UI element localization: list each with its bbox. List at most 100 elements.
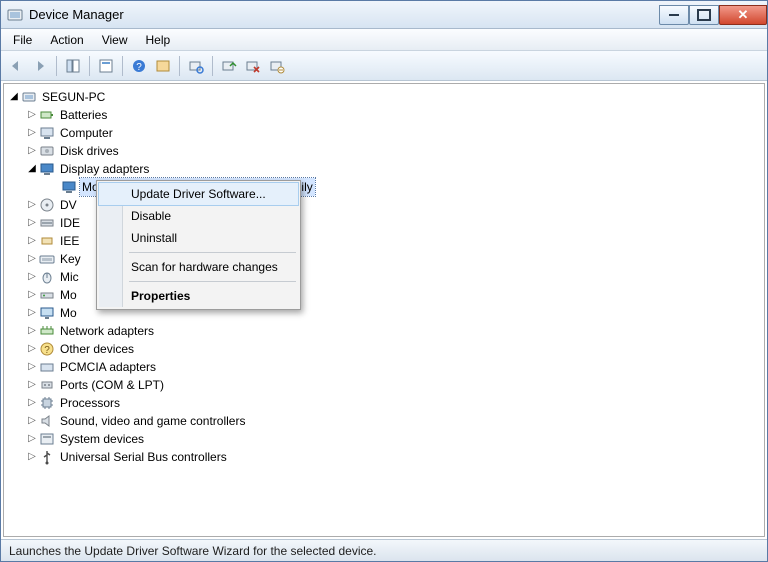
action-icon[interactable]: [152, 55, 174, 77]
status-text: Launches the Update Driver Software Wiza…: [9, 544, 377, 558]
tree-node[interactable]: ▷ Universal Serial Bus controllers: [4, 448, 764, 466]
tree-arrow-open[interactable]: ◢: [26, 160, 38, 178]
tree-arrow-closed[interactable]: ▷: [26, 142, 38, 160]
tree-arrow-closed[interactable]: ▷: [26, 250, 38, 268]
tree-node[interactable]: ▷ Ports (COM & LPT): [4, 376, 764, 394]
tree-node[interactable]: ▷ Disk drives: [4, 142, 764, 160]
tree-arrow-closed[interactable]: ▷: [26, 376, 38, 394]
back-button[interactable]: [5, 55, 27, 77]
tree-node[interactable]: ▷ Processors: [4, 394, 764, 412]
dvd-icon: [39, 197, 55, 213]
display-icon: [39, 161, 55, 177]
forward-button[interactable]: [29, 55, 51, 77]
tree-node[interactable]: ▷ System devices: [4, 430, 764, 448]
tree-node[interactable]: ◢ SEGUN-PC: [4, 88, 764, 106]
tree-node-label[interactable]: Other devices: [58, 340, 136, 358]
menubar: File Action View Help: [1, 29, 767, 51]
statusbar: Launches the Update Driver Software Wiza…: [1, 539, 767, 561]
tree-arrow-closed[interactable]: ▷: [26, 214, 38, 232]
tree-arrow-closed[interactable]: ▷: [26, 268, 38, 286]
port-icon: [39, 377, 55, 393]
ctx-disable[interactable]: Disable: [99, 205, 298, 227]
menu-file[interactable]: File: [5, 31, 40, 49]
tree-node[interactable]: ▷ Batteries: [4, 106, 764, 124]
menu-view[interactable]: View: [94, 31, 136, 49]
tree-node-label[interactable]: Mo: [58, 304, 79, 322]
tree-node[interactable]: ▷?Other devices: [4, 340, 764, 358]
tree-arrow-closed[interactable]: ▷: [26, 322, 38, 340]
menu-action[interactable]: Action: [42, 31, 91, 49]
tree-node-label[interactable]: Mo: [58, 286, 79, 304]
context-menu: Update Driver Software... Disable Uninst…: [96, 180, 301, 310]
tree-arrow-closed[interactable]: ▷: [26, 340, 38, 358]
update-driver-button[interactable]: [218, 55, 240, 77]
tree-arrow-closed[interactable]: ▷: [26, 196, 38, 214]
ctx-scan[interactable]: Scan for hardware changes: [99, 256, 298, 278]
tree-node-label[interactable]: Batteries: [58, 106, 109, 124]
help-button[interactable]: ?: [128, 55, 150, 77]
ctx-properties[interactable]: Properties: [99, 285, 298, 307]
monitor-icon: [39, 305, 55, 321]
tree-node[interactable]: ▷ Computer: [4, 124, 764, 142]
tree-arrow-closed[interactable]: ▷: [26, 124, 38, 142]
tree-node-label[interactable]: IEE: [58, 232, 81, 250]
menu-help[interactable]: Help: [138, 31, 179, 49]
tree-node-label[interactable]: Network adapters: [58, 322, 156, 340]
disable-device-button[interactable]: [266, 55, 288, 77]
tree-arrow-closed[interactable]: ▷: [26, 394, 38, 412]
tree-arrow-closed[interactable]: ▷: [26, 232, 38, 250]
tree-node-label[interactable]: Sound, video and game controllers: [58, 412, 247, 430]
disk-icon: [39, 143, 55, 159]
tree-arrow-closed[interactable]: ▷: [26, 286, 38, 304]
keyboard-icon: [39, 251, 55, 267]
tree-arrow-closed[interactable]: ▷: [26, 412, 38, 430]
computer-root-icon: [21, 89, 37, 105]
tree-node-label[interactable]: PCMCIA adapters: [58, 358, 158, 376]
tree-arrow-closed[interactable]: ▷: [26, 430, 38, 448]
toolbar-separator: [212, 56, 213, 76]
tree-arrow-closed[interactable]: ▷: [26, 304, 38, 322]
tree-node-label[interactable]: Disk drives: [58, 142, 121, 160]
show-hide-tree-button[interactable]: [62, 55, 84, 77]
close-button[interactable]: [719, 5, 767, 25]
tree-arrow-open[interactable]: ◢: [8, 88, 20, 106]
other-icon: ?: [39, 341, 55, 357]
system-icon: [39, 431, 55, 447]
tree-node[interactable]: ▷ PCMCIA adapters: [4, 358, 764, 376]
tree-node-label[interactable]: IDE: [58, 214, 82, 232]
svg-text:?: ?: [136, 62, 142, 73]
scan-button[interactable]: [185, 55, 207, 77]
tree-node-label[interactable]: Computer: [58, 124, 115, 142]
uninstall-device-button[interactable]: [242, 55, 264, 77]
tree-node-label[interactable]: Display adapters: [58, 160, 151, 178]
tree-node-label[interactable]: Processors: [58, 394, 122, 412]
tree-node-label[interactable]: System devices: [58, 430, 146, 448]
window-controls: [659, 5, 767, 25]
tree-node-label[interactable]: DV: [58, 196, 79, 214]
tree-node-label[interactable]: Ports (COM & LPT): [58, 376, 166, 394]
tree-arrow-closed[interactable]: ▷: [26, 448, 38, 466]
titlebar: Device Manager: [1, 1, 767, 29]
toolbar-separator: [89, 56, 90, 76]
minimize-button[interactable]: [659, 5, 689, 25]
ctx-update-driver[interactable]: Update Driver Software...: [99, 183, 298, 205]
tree-node-label[interactable]: Key: [58, 250, 83, 268]
tree-node-label[interactable]: SEGUN-PC: [40, 88, 107, 106]
tree-node[interactable]: ▷ Network adapters: [4, 322, 764, 340]
tree-node[interactable]: ◢ Display adapters: [4, 160, 764, 178]
tree-node-label[interactable]: Universal Serial Bus controllers: [58, 448, 229, 466]
maximize-button[interactable]: [689, 5, 719, 25]
mouse-icon: [39, 269, 55, 285]
network-icon: [39, 323, 55, 339]
tree-arrow-closed[interactable]: ▷: [26, 106, 38, 124]
tree-node-label[interactable]: Mic: [58, 268, 81, 286]
context-menu-separator: [129, 281, 296, 282]
properties-button[interactable]: [95, 55, 117, 77]
ctx-uninstall[interactable]: Uninstall: [99, 227, 298, 249]
usb-icon: [39, 449, 55, 465]
tree-arrow-closed[interactable]: ▷: [26, 358, 38, 376]
modem-icon: [39, 287, 55, 303]
tree-node[interactable]: ▷ Sound, video and game controllers: [4, 412, 764, 430]
ide-icon: [39, 215, 55, 231]
sound-icon: [39, 413, 55, 429]
